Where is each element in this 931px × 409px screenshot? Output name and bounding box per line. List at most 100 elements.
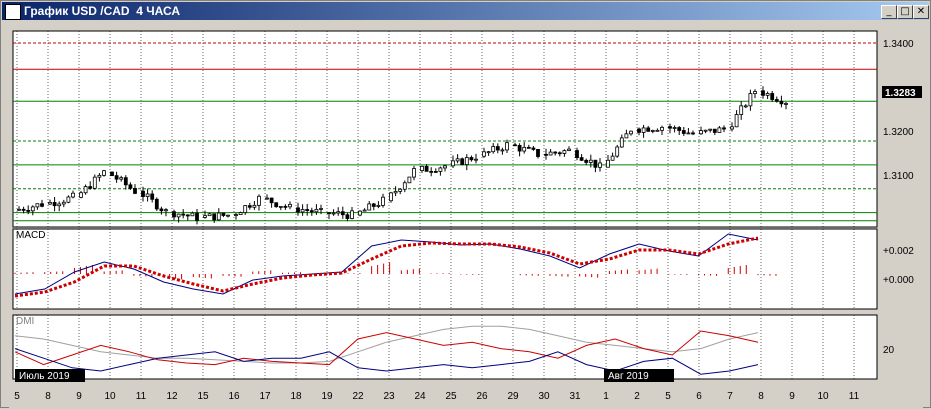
title-bar[interactable]: График USD /CAD 4 ЧАСА _ □ ✕ xyxy=(2,2,929,20)
minimize-button[interactable]: _ xyxy=(881,5,897,19)
candle-body xyxy=(629,130,633,135)
candle-body xyxy=(424,165,429,172)
candle-body xyxy=(393,190,398,194)
candle-body xyxy=(17,208,21,211)
candle-body xyxy=(655,129,660,132)
candle-body xyxy=(114,175,119,180)
candle-body xyxy=(588,159,593,163)
chart-app-icon xyxy=(5,4,21,20)
candle-body xyxy=(381,196,385,206)
day-label: 8 xyxy=(45,391,51,402)
chart-canvas[interactable]: 1.3400 1.3283 1.3200 1.3100 MACD +0.002 … xyxy=(9,25,923,409)
candle-body xyxy=(66,196,71,203)
candle-body xyxy=(536,149,540,157)
candle-body xyxy=(319,208,323,210)
day-label: 9 xyxy=(789,391,795,402)
dmi-pane xyxy=(12,314,878,380)
day-label: 6 xyxy=(696,391,702,402)
candle-body xyxy=(216,212,221,221)
candle-body xyxy=(21,208,26,211)
candle-body xyxy=(615,146,620,157)
macd-tick-label: +0.002 xyxy=(883,246,914,257)
candle-body xyxy=(123,177,128,186)
candle-body xyxy=(703,129,708,132)
candle-body xyxy=(464,157,469,165)
candle-body xyxy=(660,126,664,131)
candle-body xyxy=(455,158,460,162)
candle-body xyxy=(708,128,713,131)
candle-body xyxy=(779,100,784,105)
candle-body xyxy=(305,209,310,212)
candle-body xyxy=(474,158,478,161)
candle-body xyxy=(35,203,40,208)
candle-body xyxy=(548,151,553,156)
candle-body xyxy=(48,202,52,205)
candle-body xyxy=(26,209,31,212)
candle-body xyxy=(371,203,376,207)
candle-body xyxy=(195,212,199,221)
candle-body xyxy=(513,144,517,147)
day-label: 24 xyxy=(414,391,426,402)
day-label: 30 xyxy=(538,391,550,402)
candle-body xyxy=(402,182,407,190)
candle-body xyxy=(743,105,748,108)
candle-body xyxy=(278,205,283,208)
dmi-title: DMI xyxy=(16,316,34,327)
day-label: 17 xyxy=(259,391,271,402)
candle-body xyxy=(119,177,124,180)
candle-body xyxy=(331,212,336,215)
candle-body xyxy=(203,215,207,218)
candle-body xyxy=(274,202,279,208)
candle-body xyxy=(753,91,757,95)
window-title: График USD /CAD 4 ЧАСА xyxy=(24,4,181,18)
candle-body xyxy=(61,201,66,205)
candle-body xyxy=(212,213,217,221)
candle-body xyxy=(309,210,314,213)
maximize-button[interactable]: □ xyxy=(897,5,913,19)
candle-body xyxy=(500,149,505,152)
candle-body xyxy=(637,128,641,133)
candle-body xyxy=(646,127,651,132)
day-label: 29 xyxy=(507,391,519,402)
candle-body xyxy=(71,192,75,198)
day-label: 26 xyxy=(476,391,488,402)
close-button[interactable]: ✕ xyxy=(913,5,929,19)
candle-body xyxy=(598,162,602,168)
candle-body xyxy=(296,207,300,213)
candle-body xyxy=(398,188,403,192)
candle-body xyxy=(619,137,624,148)
day-label: 8 xyxy=(758,391,764,402)
candle-body xyxy=(185,214,190,217)
candle-body xyxy=(288,203,292,208)
candle-body xyxy=(283,205,288,208)
candle-body xyxy=(420,165,424,171)
candle-body xyxy=(52,202,57,207)
candle-body xyxy=(681,130,686,134)
day-label: 9 xyxy=(76,391,82,402)
candle-body xyxy=(83,186,88,194)
day-label: 5 xyxy=(14,391,20,402)
candle-body xyxy=(531,147,536,150)
candle-body xyxy=(712,128,717,133)
candle-body xyxy=(234,214,238,216)
candle-body xyxy=(624,133,629,139)
candle-body xyxy=(606,159,610,168)
candle-body xyxy=(579,157,584,161)
candle-body xyxy=(784,103,788,105)
candle-body xyxy=(761,90,765,96)
price-tick-label: 1.3200 xyxy=(883,127,914,138)
candle-body xyxy=(243,205,248,213)
candle-body xyxy=(650,130,655,132)
candle-body xyxy=(433,171,438,173)
time-axis: 5 8 9 10 11 12 15 16 17 18 19 22 23 24 25 26 29 30 31 1 2 5 6 7… xyxy=(14,391,859,402)
candle-body xyxy=(584,159,589,163)
month-label: Июль 2019 xyxy=(19,371,70,382)
candle-body xyxy=(575,150,579,159)
day-label: 19 xyxy=(321,391,333,402)
candle-body xyxy=(526,146,531,149)
candle-body xyxy=(257,195,261,206)
day-label: 12 xyxy=(166,391,178,402)
candle-body xyxy=(141,190,145,197)
candle-body xyxy=(722,127,726,130)
candle-body xyxy=(327,212,331,215)
